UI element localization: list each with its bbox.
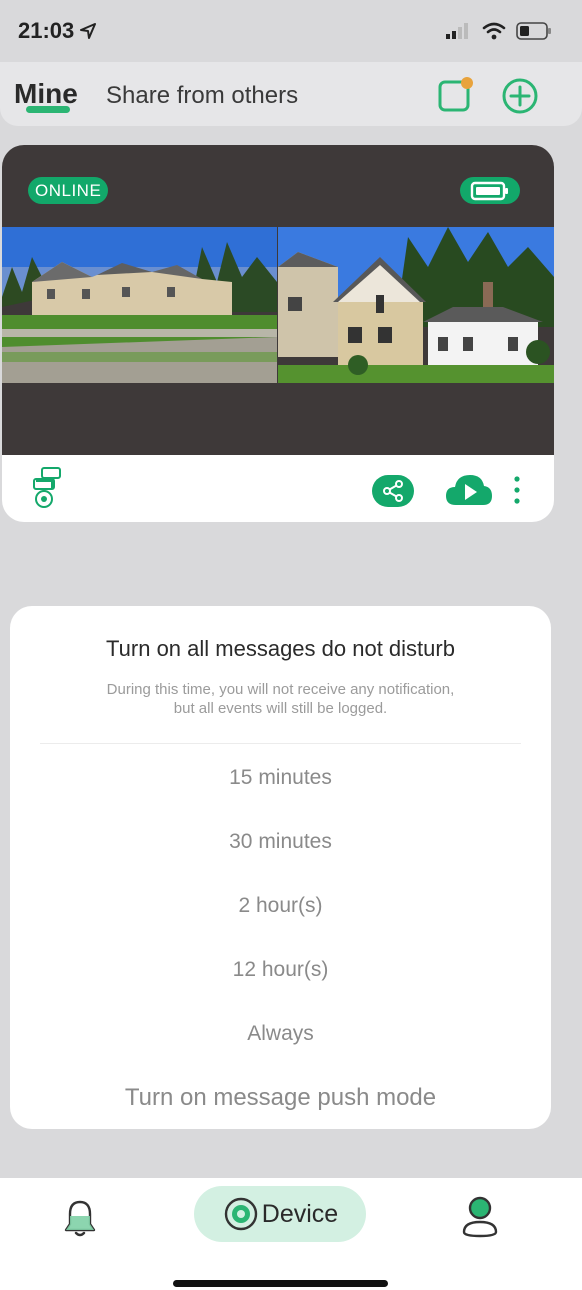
profile-icon[interactable] (460, 1194, 500, 1238)
do-not-disturb-dialog: Turn on all messages do not disturb Duri… (10, 606, 551, 1129)
home-indicator (173, 1280, 388, 1287)
active-tab-indicator (26, 106, 70, 113)
snapshot-thumbnail-right[interactable] (278, 227, 554, 383)
nav-device-tab[interactable]: Device (194, 1186, 366, 1242)
share-icon (383, 480, 403, 502)
dialog-description-line-2: but all events will still be logged. (173, 700, 388, 717)
status-time-group: 21:03 (18, 18, 97, 44)
more-vertical-icon[interactable] (510, 475, 524, 505)
dialog-title: Turn on all messages do not disturb (106, 636, 455, 661)
battery-status-icon (516, 22, 551, 40)
option-30-minutes[interactable]: 30 minutes (10, 830, 551, 854)
snapshot-thumbnail-left[interactable] (2, 227, 277, 383)
option-12-hours[interactable]: 12 hour(s) (10, 958, 551, 982)
camera-device-icon[interactable] (30, 467, 66, 509)
dialog-divider (40, 743, 521, 744)
status-badge: ONLINE (28, 177, 109, 204)
device-icon (224, 1197, 257, 1231)
bell-icon[interactable] (62, 1198, 98, 1238)
bottom-navigation: Device (0, 1178, 582, 1290)
option-15-minutes[interactable]: 15 minutes (10, 766, 551, 790)
device-preview-area[interactable]: ONLINE (2, 145, 554, 455)
signal-icon (446, 23, 468, 39)
option-always[interactable]: Always (10, 1022, 551, 1046)
battery-icon (470, 181, 508, 200)
location-arrow-icon (80, 23, 97, 39)
device-card-actions (2, 455, 554, 522)
device-card[interactable]: ONLINE (2, 145, 554, 522)
status-bar: 21:03 (0, 0, 582, 62)
add-device-icon[interactable] (500, 76, 540, 116)
push-mode-button[interactable]: Turn on message push mode (10, 1084, 551, 1112)
nav-device-label: Device (261, 1199, 339, 1228)
share-button[interactable] (372, 475, 414, 507)
top-header: Mine Share from others (0, 62, 582, 126)
option-2-hours[interactable]: 2 hour(s) (10, 894, 551, 918)
cloud-play-icon[interactable] (444, 471, 494, 509)
system-icons (446, 22, 552, 40)
battery-badge (460, 177, 520, 204)
tab-share-from-others[interactable]: Share from others (106, 82, 298, 110)
status-time: 21:03 (18, 18, 75, 43)
dialog-description-line-1: During this time, you will not receive a… (106, 681, 455, 698)
message-note-icon[interactable] (436, 76, 476, 116)
wifi-icon (482, 22, 506, 40)
dialog-description: During this time, you will not receive a… (60, 680, 501, 718)
